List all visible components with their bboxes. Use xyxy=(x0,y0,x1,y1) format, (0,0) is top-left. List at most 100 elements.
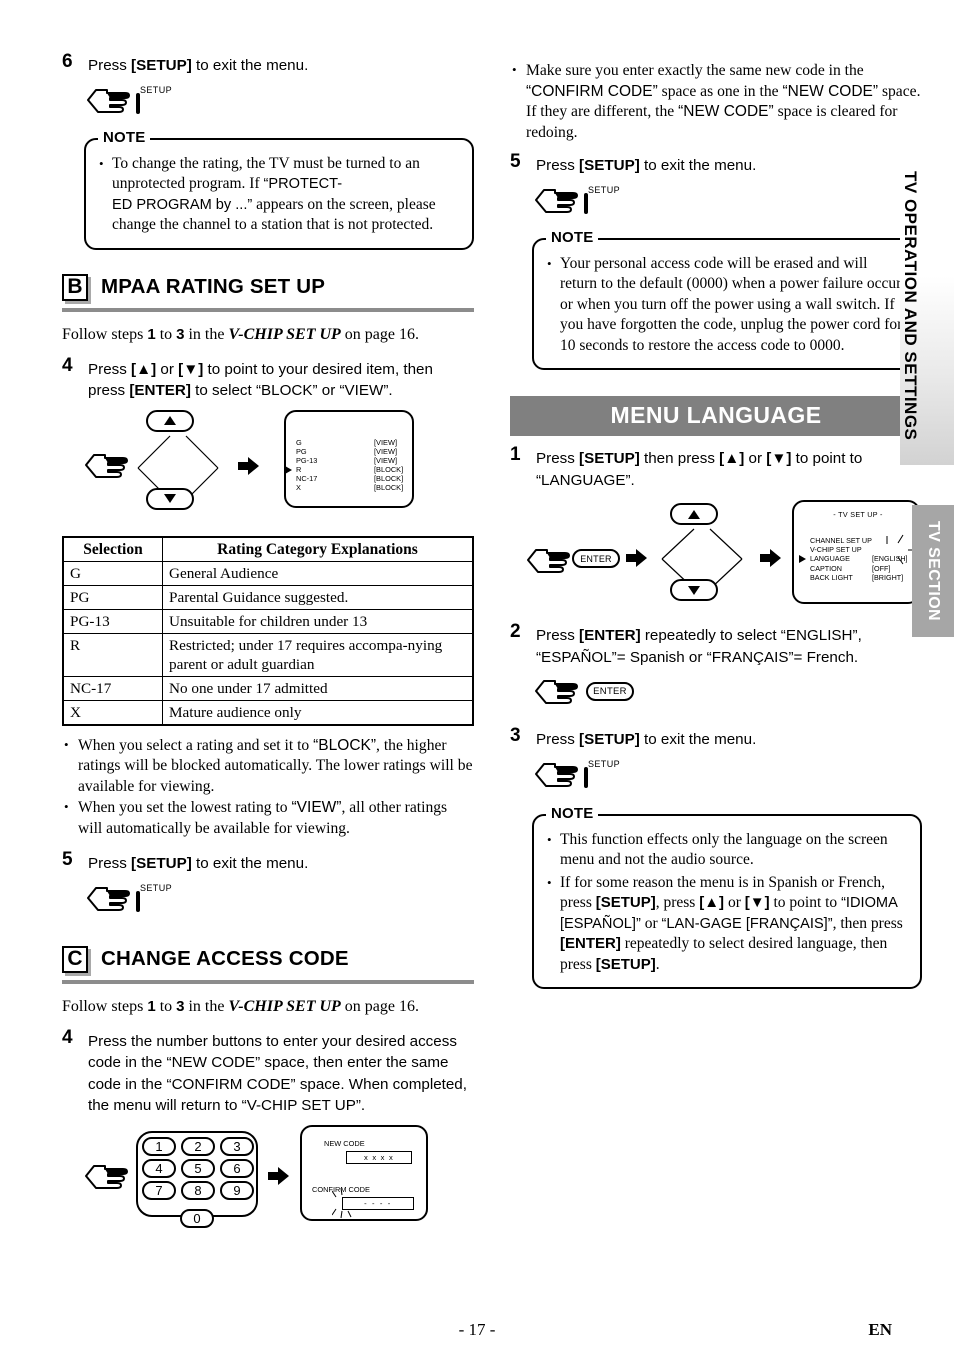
triangle-up-icon xyxy=(688,509,700,519)
updown-osd-diagram: G [VIEW] PG [VIEW] PG-13 [VIEW] R [BLOCK] NC-17 [… xyxy=(62,409,474,522)
arrow-right-icon xyxy=(238,456,260,480)
note-list: To change the rating, the TV must be tur… xyxy=(98,154,460,236)
language-code: EN xyxy=(868,1320,892,1339)
rating-table: Selection Rating Category Explanations G… xyxy=(62,535,474,726)
osd-title: - TV SET UP - xyxy=(833,510,883,519)
setup-button-shape xyxy=(136,92,140,114)
list-item: When you set the lowest rating to “VIEW”… xyxy=(62,797,474,839)
rating-explanation: Unsuitable for children under 13 xyxy=(162,608,474,634)
step-4-b: 4 Press [▲] or [▼] to point to your desi… xyxy=(62,354,474,402)
language-diagram: ENTER - TV SET UP - CHANNEL SET UP V-CHI… xyxy=(510,500,922,613)
arrow-right-icon xyxy=(268,1166,290,1190)
blink-marks-icon xyxy=(332,1187,352,1218)
rating-explanation: Mature audience only xyxy=(162,699,474,725)
step-text: Press [SETUP] to exit the menu. xyxy=(88,57,309,74)
keypad-key: 0 xyxy=(180,1208,214,1228)
step-number: 5 xyxy=(510,151,521,172)
new-code-label: NEW CODE xyxy=(324,1138,365,1148)
manual-page: 6 Press [SETUP] to exit the menu. SETUP … xyxy=(0,0,954,1348)
up-button-icon xyxy=(670,503,718,525)
keypad-osd-diagram: 123 456 7890 NEW CODE x x x x CONFIRM CODE… xyxy=(62,1124,474,1231)
press-enter-illustration: ENTER xyxy=(532,674,922,713)
list-item: Make sure you enter exactly the same new… xyxy=(510,60,922,143)
setup-button-icon: SETUP xyxy=(584,185,620,214)
keypad-key: 1 xyxy=(142,1136,176,1156)
step-number: 5 xyxy=(62,849,73,870)
right-column: Make sure you enter exactly the same new… xyxy=(510,55,922,989)
cursor-arrow-icon xyxy=(799,555,806,565)
keypad-key: 6 xyxy=(220,1158,254,1178)
setup-button-icon: SETUP xyxy=(136,883,172,912)
osd-row: LANGUAGE [ENGLISH] xyxy=(799,554,908,564)
step-5-b: 5 Press [SETUP] to exit the menu. xyxy=(62,849,474,875)
rating-selection: G xyxy=(62,560,163,586)
osd-row-label: CAPTION xyxy=(810,563,842,573)
osd-row-value: [VIEW] xyxy=(374,446,397,456)
rating-explanation: No one under 17 admitted xyxy=(162,675,474,701)
osd-row-label: NC-17 xyxy=(296,474,318,484)
menu-language-banner: MENU LANGUAGE xyxy=(510,396,922,436)
osd-row: R [BLOCK] xyxy=(285,465,403,475)
note-item: This function effects only the language … xyxy=(546,830,908,871)
arrow-right-icon xyxy=(626,549,648,572)
step-6: 6 Press [SETUP] to exit the menu. xyxy=(62,52,474,77)
step-number: 4 xyxy=(62,1026,73,1048)
osd-row-value: [VIEW] xyxy=(374,437,397,447)
note-item: Your personal access code will be erased… xyxy=(546,254,908,357)
enter-button-icon: ENTER xyxy=(572,549,620,568)
menu-language-section: MENU LANGUAGE 1 Press [SETUP] then press… xyxy=(510,396,922,989)
section-letter-badge: B xyxy=(62,273,88,301)
step-text: Press the number buttons to enter your d… xyxy=(88,1032,467,1115)
table-row: G General Audience xyxy=(62,560,474,586)
keypad-key: 3 xyxy=(220,1136,254,1156)
keypad-key: 9 xyxy=(220,1180,254,1200)
setup-button-icon: SETUP xyxy=(584,758,621,788)
osd-row-label: LANGUAGE xyxy=(810,554,850,564)
osd-vchip-screen: G [VIEW] PG [VIEW] PG-13 [VIEW] R [BLOCK] NC-17 [… xyxy=(284,409,414,508)
press-setup-illustration-5r: SETUP xyxy=(532,183,922,222)
step-text: Press [SETUP] to exit the menu. xyxy=(536,731,757,748)
rating-explanation: General Audience xyxy=(162,560,474,586)
osd-row: PG-13 [VIEW] xyxy=(296,456,397,465)
osd-row-value: [BLOCK] xyxy=(374,465,404,475)
table-body: G General Audience PG Parental Guidance sug… xyxy=(62,560,474,725)
osd-row-label: BACK LIGHT xyxy=(810,572,853,582)
setup-button-shape xyxy=(584,766,588,788)
left-column: 6 Press [SETUP] to exit the menu. SETUP … xyxy=(62,52,474,1231)
section-title: MPAA RATING SET UP xyxy=(101,275,326,298)
page-number: - 17 - xyxy=(458,1320,496,1339)
section-b: B MPAA RATING SET UP Follow steps 1 to 3… xyxy=(62,273,474,920)
pointing-hand-icon xyxy=(82,1159,130,1198)
table-header-row: Selection Rating Category Explanations xyxy=(62,536,474,562)
step-text: Press [SETUP] to exit the menu. xyxy=(88,855,309,872)
osd-row: X [BLOCK] xyxy=(296,483,403,492)
rating-selection: NC-17 xyxy=(62,675,163,701)
up-button-icon xyxy=(146,409,194,432)
step-number: 4 xyxy=(62,354,73,376)
note-box-rating: NOTE To change the rating, the TV must b… xyxy=(84,128,474,250)
setup-button-label: SETUP xyxy=(588,758,621,769)
cursor-arrow-icon xyxy=(285,466,292,476)
list-item: When you select a rating and set it to “… xyxy=(62,735,474,798)
table-row: NC-17 No one under 17 admitted xyxy=(62,675,474,701)
note-title: NOTE xyxy=(98,128,151,146)
osd-row-label: V-CHIP SET UP xyxy=(810,545,862,555)
step-text: Press [▲] or [▼] to point to your desire… xyxy=(88,360,433,400)
keypad-key: 5 xyxy=(181,1158,215,1178)
step-4-c: 4 Press the number buttons to enter your… xyxy=(62,1026,474,1117)
section-title: CHANGE ACCESS CODE xyxy=(101,947,349,970)
osd-row: CHANNEL SET UP xyxy=(810,536,872,545)
note-item: If for some reason the menu is in Spanis… xyxy=(546,873,908,976)
follow-steps-b: Follow steps 1 to 3 in the V-CHIP SET UP… xyxy=(62,325,419,343)
press-setup-illustration-6: SETUP xyxy=(84,83,474,122)
follow-steps-c: Follow steps 1 to 3 in the V-CHIP SET UP… xyxy=(62,997,419,1015)
setup-button-shape xyxy=(584,192,588,214)
table-row: PG-13 Unsuitable for children under 13 xyxy=(62,608,474,634)
note-item: To change the rating, the TV must be tur… xyxy=(98,154,460,236)
step-1-language: 1 Press [SETUP] then press [▲] or [▼] to… xyxy=(510,445,922,491)
osd-vchip-rows: G [VIEW] PG [VIEW] PG-13 [VIEW] R [BLOCK] NC-17 [… xyxy=(285,438,403,493)
setup-button-shape xyxy=(136,890,140,912)
osd-row-value: [VIEW] xyxy=(374,455,397,465)
pointing-hand-icon xyxy=(84,83,132,122)
note-list: This function effects only the language … xyxy=(546,830,908,976)
